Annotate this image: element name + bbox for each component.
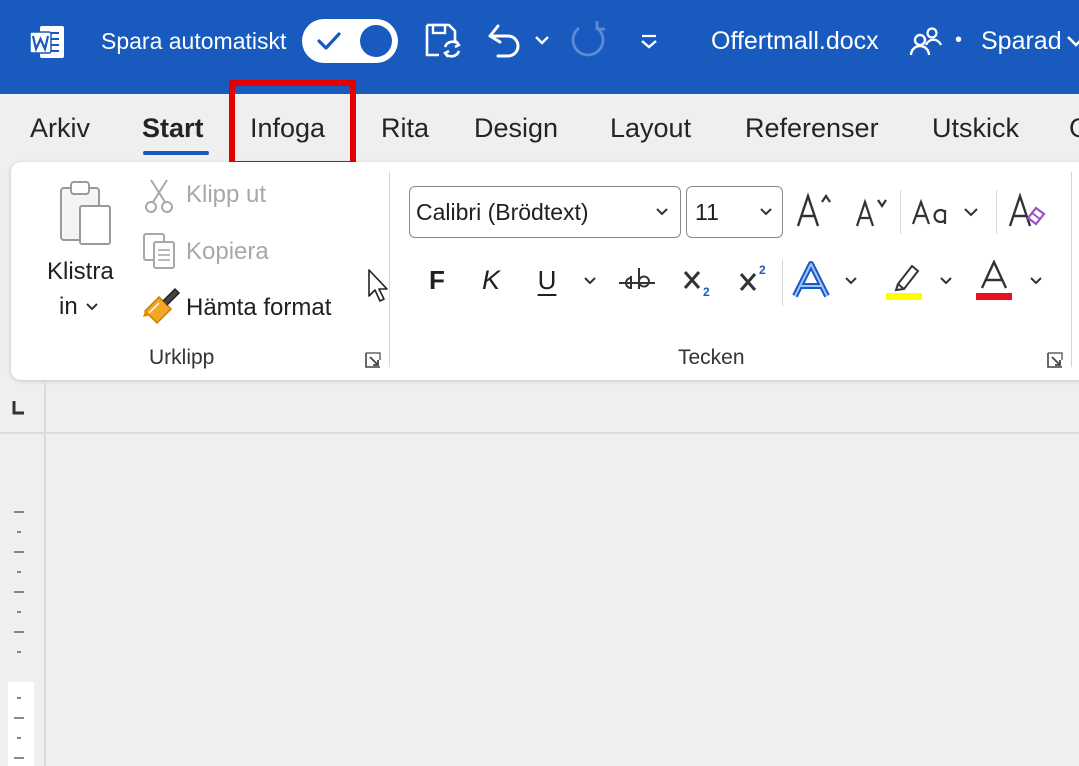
vertical-ruler <box>0 434 34 766</box>
highlight-color-dropdown-icon[interactable] <box>938 275 954 287</box>
superscript-icon[interactable]: 2 <box>735 260 775 300</box>
font-size-dropdown[interactable]: 11 <box>686 186 783 238</box>
font-name-dropdown[interactable]: Calibri (Brödtext) <box>409 186 681 238</box>
font-name-value: Calibri (Brödtext) <box>416 198 589 225</box>
bold-button[interactable]: F <box>417 260 457 300</box>
title-separator: • <box>955 29 963 51</box>
autosave-label: Spara automatiskt <box>101 28 287 54</box>
tab-layout[interactable]: Layout <box>610 113 691 144</box>
text-effects-dropdown-icon[interactable] <box>843 275 859 287</box>
shrink-font-icon[interactable] <box>851 192 891 232</box>
font-group-label: Tecken <box>678 346 745 369</box>
group-divider <box>1071 172 1072 367</box>
document-title[interactable]: Offertmall.docx <box>711 27 879 56</box>
font-size-value: 11 <box>695 198 719 225</box>
tab-design[interactable]: Design <box>474 113 558 144</box>
chevron-down-icon <box>656 208 668 216</box>
tab-start[interactable]: Start <box>142 113 204 144</box>
paste-icon[interactable] <box>56 178 116 248</box>
mouse-pointer-icon <box>367 268 391 304</box>
tab-rita[interactable]: Rita <box>381 113 429 144</box>
svg-text:2: 2 <box>703 285 710 299</box>
save-icon[interactable] <box>423 21 463 61</box>
horizontal-ruler-border <box>0 432 1079 434</box>
active-tab-indicator <box>143 151 209 155</box>
ribbon: Klistra in Klipp ut Kopiera Hämta format… <box>11 162 1079 380</box>
subscript-icon[interactable]: 2 <box>679 260 719 300</box>
tab-referenser[interactable]: Referenser <box>745 113 879 144</box>
divider <box>900 190 901 234</box>
checkmark-icon <box>317 32 341 50</box>
clear-formatting-icon[interactable] <box>1006 190 1046 230</box>
divider <box>782 260 783 306</box>
font-dialog-launcher-icon[interactable] <box>1045 350 1065 370</box>
undo-icon[interactable] <box>484 20 524 60</box>
underline-dropdown-icon[interactable] <box>582 275 598 287</box>
customize-toolbar-icon[interactable] <box>636 28 662 54</box>
italic-button[interactable]: K <box>471 260 511 300</box>
toggle-knob <box>360 25 392 57</box>
chevron-down-icon <box>85 303 98 311</box>
chevron-down-icon[interactable] <box>1066 30 1079 52</box>
shared-people-icon[interactable] <box>909 25 943 59</box>
clipboard-dialog-launcher-icon[interactable] <box>363 350 383 370</box>
chevron-down-icon <box>760 208 772 216</box>
annotation-highlight-box <box>229 80 356 167</box>
redo-icon <box>567 20 609 62</box>
tab-stop-selector-icon[interactable] <box>11 400 25 416</box>
text-effects-icon[interactable] <box>791 260 831 300</box>
scissors-icon[interactable] <box>143 178 175 214</box>
paste-dropdown[interactable]: in <box>59 293 100 321</box>
autosave-toggle[interactable] <box>302 19 398 63</box>
svg-text:2: 2 <box>759 263 766 277</box>
tab-granska[interactable]: G <box>1069 113 1079 144</box>
paste-label[interactable]: Klistra <box>47 258 114 286</box>
title-bar: Spara automatiskt Offertmall.docx • Spar… <box>0 0 1079 94</box>
word-logo-icon[interactable] <box>28 23 66 61</box>
tab-utskick[interactable]: Utskick <box>932 113 1019 144</box>
copy-icon[interactable] <box>142 232 178 270</box>
format-painter-icon[interactable] <box>141 287 181 327</box>
change-case-icon[interactable] <box>911 194 983 230</box>
save-status[interactable]: Sparad <box>981 27 1062 56</box>
font-color-dropdown-icon[interactable] <box>1028 275 1044 287</box>
clipboard-group-label: Urklipp <box>149 346 215 369</box>
grow-font-icon[interactable] <box>794 190 834 230</box>
highlighter-icon[interactable] <box>884 260 924 300</box>
format-painter-button[interactable]: Hämta format <box>186 294 331 322</box>
cut-button[interactable]: Klipp ut <box>186 181 266 209</box>
underline-button[interactable]: U <box>527 260 567 300</box>
divider <box>996 190 997 234</box>
paste-label-2: in <box>59 293 78 320</box>
vertical-ruler-border <box>44 382 46 766</box>
undo-dropdown-icon[interactable] <box>530 28 554 52</box>
strikethrough-icon[interactable] <box>617 260 657 300</box>
font-color-icon[interactable] <box>974 260 1014 300</box>
copy-button[interactable]: Kopiera <box>186 238 269 266</box>
tab-arkiv[interactable]: Arkiv <box>30 113 90 144</box>
